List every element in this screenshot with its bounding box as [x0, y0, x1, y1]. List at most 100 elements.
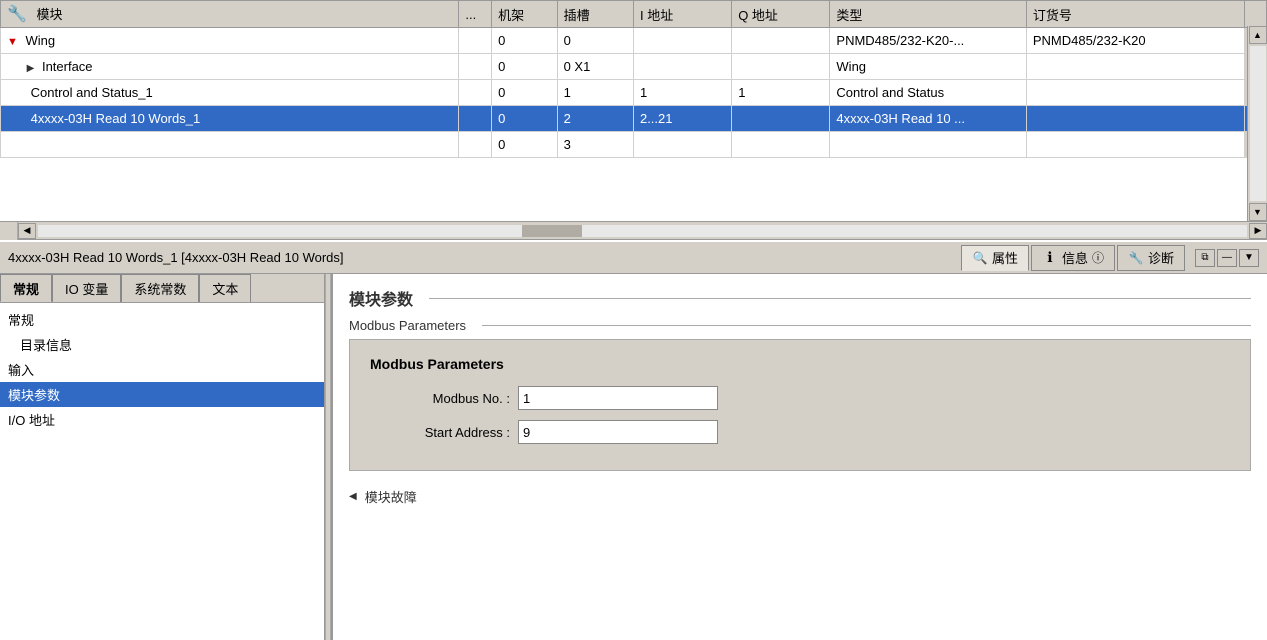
cell-module-4: [1, 132, 459, 158]
cell-dots-3: [459, 106, 492, 132]
cell-module-3[interactable]: 4xxxx-03H Read 10 Words_1: [1, 106, 459, 132]
tab-info-label: 信息: [1062, 248, 1088, 267]
scroll-left-button[interactable]: ◀: [18, 223, 36, 239]
nav-item-module-params[interactable]: 模块参数: [0, 382, 324, 407]
panel-minimize-button[interactable]: —: [1217, 249, 1237, 267]
left-sidebar: 常规 IO 变量 系统常数 文本 常规 目录信息: [0, 274, 325, 640]
table-row[interactable]: 4xxxx-03H Read 10 Words_1 0 2 2...21 4xx…: [1, 106, 1267, 132]
nav-item-general[interactable]: 常规: [0, 307, 324, 332]
scroll-up-button[interactable]: ▲: [1249, 26, 1267, 44]
cell-order-3: [1026, 106, 1244, 132]
cell-slot-2: 1: [557, 80, 633, 106]
col-header-dots: ...: [459, 1, 492, 28]
cell-qaddr-1: [732, 54, 830, 80]
modbus-box-title: Modbus Parameters: [370, 356, 1230, 372]
cell-dots-2: [459, 80, 492, 106]
row-arrow-down-icon: ▼: [7, 36, 18, 48]
tab-info[interactable]: ℹ 信息 ⓘ: [1031, 245, 1115, 271]
tab-text[interactable]: 文本: [199, 274, 251, 302]
cell-rack-2: 0: [492, 80, 557, 106]
cell-order-2: [1026, 80, 1244, 106]
col-header-order: 订货号: [1026, 1, 1244, 28]
horizontal-scrollbar[interactable]: ◀ ▶: [0, 221, 1267, 239]
modbus-no-row: Modbus No. :: [370, 386, 1230, 410]
row-label-2: Control and Status_1: [31, 85, 153, 100]
cell-dots-4: [459, 132, 492, 158]
panel-titlebar: 4xxxx-03H Read 10 Words_1 [4xxxx-03H Rea…: [0, 240, 1267, 274]
modbus-no-input[interactable]: [518, 386, 718, 410]
scroll-right-button[interactable]: ▶: [1249, 223, 1267, 239]
row-label-3: 4xxxx-03H Read 10 Words_1: [31, 111, 201, 126]
cell-type-0: PNMD485/232-K20-...: [830, 28, 1026, 54]
module-table: 🔧 模块 ... 机架 插槽 I 地址 Q 地址 类型 订货号: [0, 0, 1267, 158]
tab-general[interactable]: 常规: [0, 274, 52, 302]
nav-item-io-address[interactable]: I/O 地址: [0, 407, 324, 432]
collapse-arrow-icon[interactable]: ◀: [349, 491, 357, 502]
cell-rack-3: 0: [492, 106, 557, 132]
tab-io-variables[interactable]: IO 变量: [52, 274, 121, 302]
panel-restore-button[interactable]: ⧉: [1195, 249, 1215, 267]
top-table-section: 🔧 模块 ... 机架 插槽 I 地址 Q 地址 类型 订货号: [0, 0, 1267, 240]
module-icon: 🔧: [7, 6, 27, 23]
modbus-no-label: Modbus No. :: [370, 391, 510, 406]
cell-type-1: Wing: [830, 54, 1026, 80]
vertical-scrollbar[interactable]: ▲ ▼: [1247, 26, 1267, 221]
cell-slot-4: 3: [557, 132, 633, 158]
bottom-section-label: ◀ 模块故障: [349, 487, 1251, 506]
cell-module-2[interactable]: Control and Status_1: [1, 80, 459, 106]
start-address-label: Start Address :: [370, 425, 510, 440]
cell-slot-1: 0 X1: [557, 54, 633, 80]
panel-title: 4xxxx-03H Read 10 Words_1 [4xxxx-03H Rea…: [8, 250, 344, 265]
cell-iaddr-0: [633, 28, 731, 54]
cell-slot-0: 0: [557, 28, 633, 54]
col-header-type: 类型: [830, 1, 1026, 28]
start-address-row: Start Address :: [370, 420, 1230, 444]
table-row[interactable]: ▶ Interface 0 0 X1 Wing: [1, 54, 1267, 80]
cell-iaddr-3: 2...21: [633, 106, 731, 132]
cell-iaddr-1: [633, 54, 731, 80]
panel-chevron-button[interactable]: ▼: [1239, 249, 1259, 267]
nav-item-input[interactable]: 输入: [0, 357, 324, 382]
cell-qaddr-3: [732, 106, 830, 132]
left-top-tabs: 常规 IO 变量 系统常数 文本: [0, 274, 324, 303]
right-content: 模块参数 Modbus Parameters Modbus Parameters…: [331, 274, 1267, 640]
scroll-down-button[interactable]: ▼: [1249, 203, 1267, 221]
row-label-1: Interface: [42, 59, 93, 74]
panel-tabs-right: 🔍 属性 ℹ 信息 ⓘ 🔧 诊断 ⧉ — ▼: [961, 245, 1259, 271]
table-row[interactable]: 0 3: [1, 132, 1267, 158]
table-row[interactable]: Control and Status_1 0 1 1 1 Control and…: [1, 80, 1267, 106]
start-address-input[interactable]: [518, 420, 718, 444]
cell-rack-1: 0: [492, 54, 557, 80]
cell-type-3: 4xxxx-03H Read 10 ...: [830, 106, 1026, 132]
table-row[interactable]: ▼ Wing 0 0 PNMD485/232-K20-... PNMD485/2…: [1, 28, 1267, 54]
cell-module-1[interactable]: ▶ Interface: [1, 54, 459, 80]
nav-item-catalog-info[interactable]: 目录信息: [0, 332, 324, 357]
cell-module-0[interactable]: ▼ Wing: [1, 28, 459, 54]
panel-window-buttons: ⧉ — ▼: [1195, 249, 1259, 267]
tab-properties-label: 属性: [992, 248, 1018, 267]
tab-diagnostics[interactable]: 🔧 诊断: [1117, 245, 1185, 271]
info-circle-icon: ⓘ: [1092, 249, 1104, 266]
hscroll-thumb[interactable]: [522, 225, 582, 237]
cell-type-2: Control and Status: [830, 80, 1026, 106]
col-header-module: 🔧 模块: [1, 1, 459, 28]
cell-dots-0: [459, 28, 492, 54]
properties-icon: 🔍: [972, 250, 988, 266]
content-area: 常规 IO 变量 系统常数 文本 常规 目录信息: [0, 274, 1267, 640]
cell-iaddr-4: [633, 132, 731, 158]
left-nav: 常规 目录信息 输入 模块参数 I/O 地址: [0, 303, 324, 640]
cell-rack-4: 0: [492, 132, 557, 158]
cell-order-4: [1026, 132, 1244, 158]
col-header-qaddr: Q 地址: [732, 1, 830, 28]
row-label-0: Wing: [26, 33, 56, 48]
tab-system-constants[interactable]: 系统常数: [121, 274, 199, 302]
diagnostics-icon: 🔧: [1128, 250, 1144, 266]
modbus-parameters-box: Modbus Parameters Modbus No. : Start Add…: [349, 339, 1251, 471]
tab-properties[interactable]: 🔍 属性: [961, 245, 1029, 271]
tab-diagnostics-label: 诊断: [1148, 248, 1174, 267]
cell-dots-1: [459, 54, 492, 80]
cell-slot-3: 2: [557, 106, 633, 132]
info-icon: ℹ: [1042, 250, 1058, 266]
cell-qaddr-4: [732, 132, 830, 158]
cell-type-4: [830, 132, 1026, 158]
